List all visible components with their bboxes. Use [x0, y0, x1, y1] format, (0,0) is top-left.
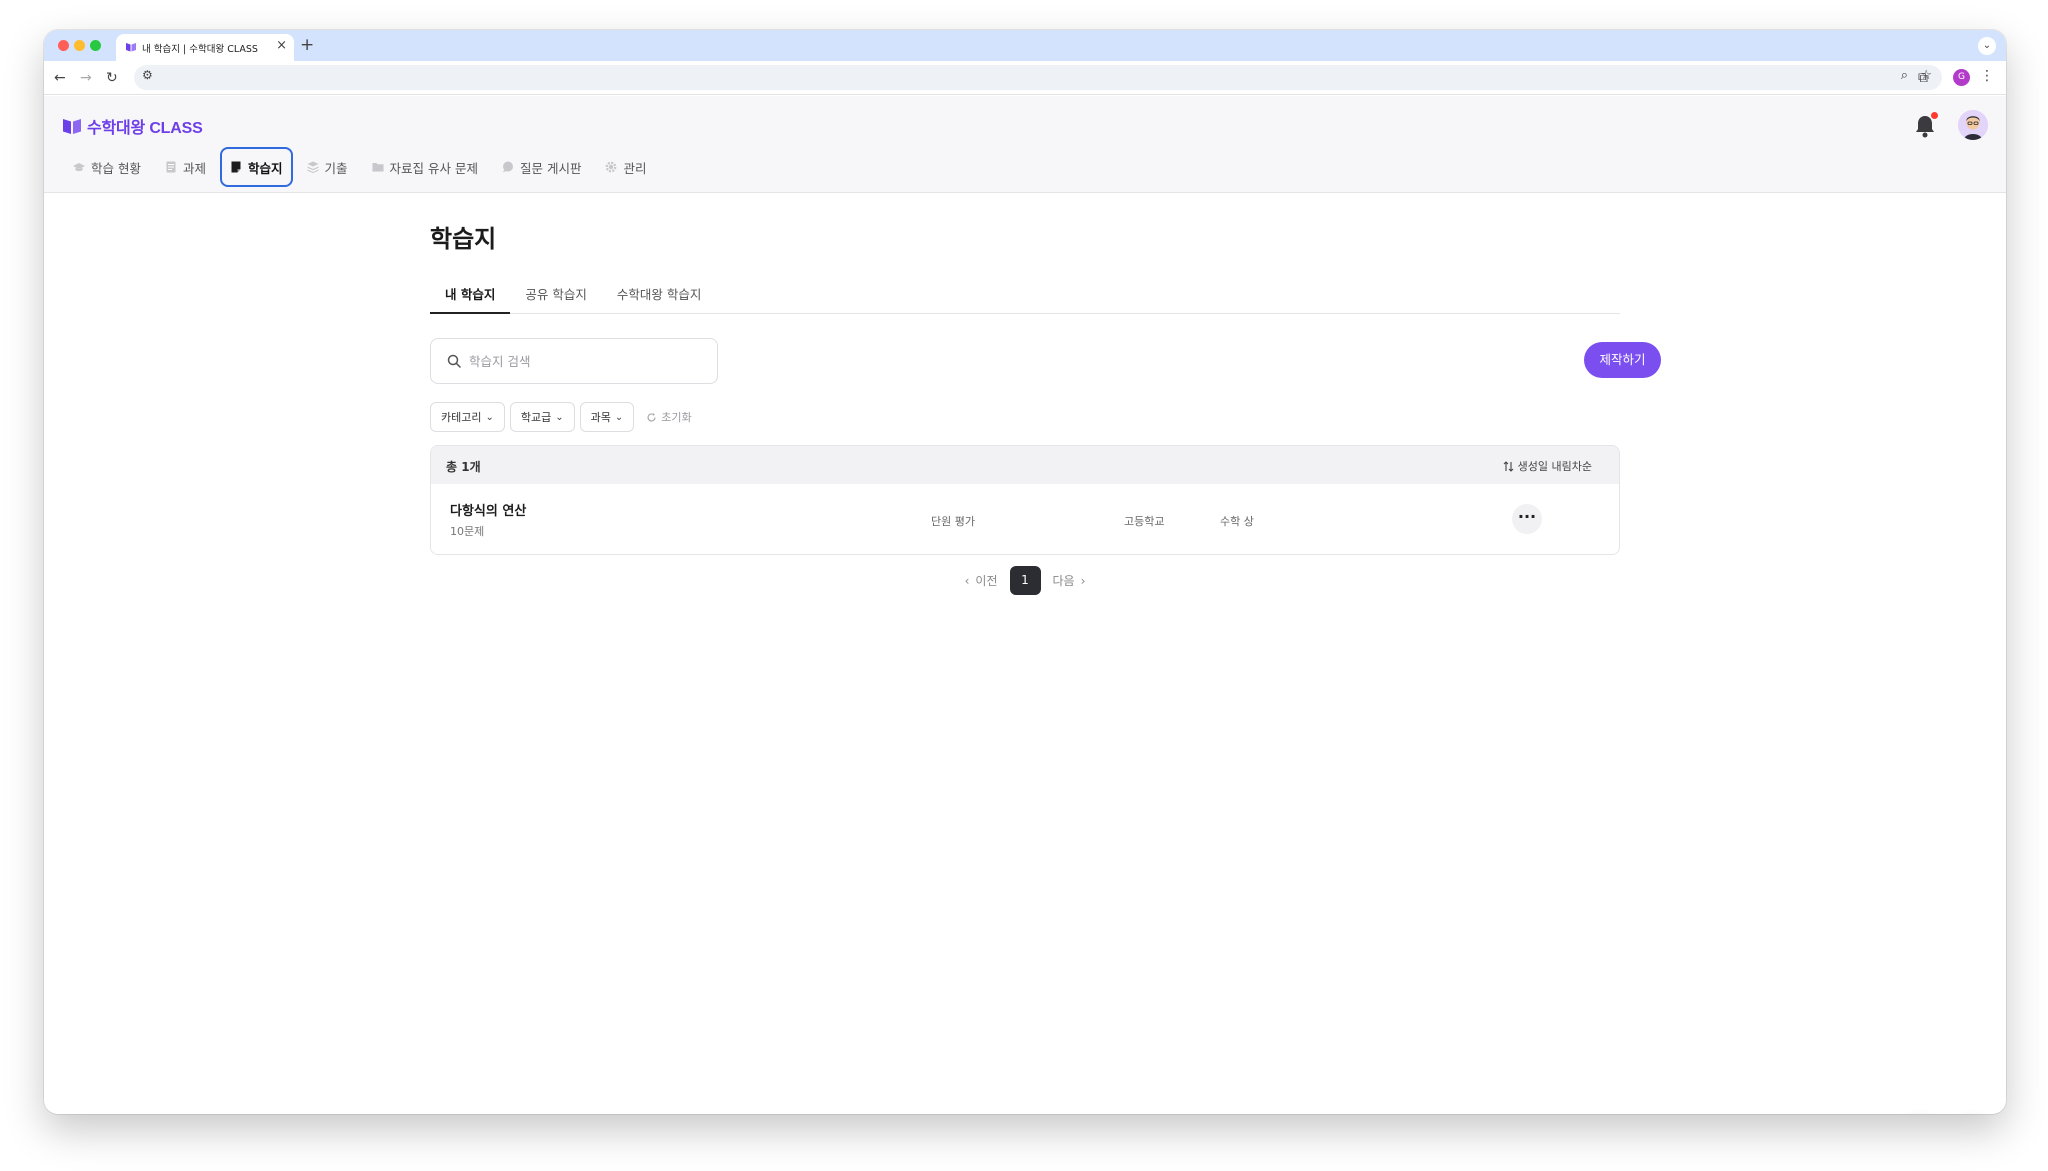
create-worksheet-button[interactable]: 제작하기 — [1584, 342, 1661, 378]
address-bar[interactable]: ⚙ ⌕ ☆ — [134, 65, 1942, 90]
nav-label: 과제 — [182, 160, 206, 176]
worksheet-title: 다항식의 연산 — [450, 504, 527, 519]
brand-logo[interactable]: 수학대왕 CLASS — [63, 114, 203, 138]
table-row[interactable]: 다항식의 연산 10문제 단원 평가 고등학교 수학 상 ··· — [431, 484, 1619, 554]
filter-bar: 카테고리 ⌄ 학교급 ⌄ 과목 ⌄ 초기화 — [430, 402, 692, 432]
graduation-cap-icon — [73, 163, 85, 172]
filter-school-level[interactable]: 학교급 ⌄ — [509, 402, 575, 432]
chevron-down-icon: ⌄ — [555, 411, 564, 423]
nav-item-learning-status[interactable]: 학습 현황 — [63, 148, 151, 186]
filter-label: 학교급 — [520, 411, 552, 424]
search-box — [430, 338, 718, 384]
nav-label: 기출 — [324, 160, 348, 176]
more-options-button[interactable]: ··· — [1512, 504, 1542, 534]
brand-favicon-icon — [126, 43, 136, 52]
worksheet-school-level: 고등학교 — [1124, 515, 1165, 528]
problem-count: 10문제 — [450, 525, 485, 538]
nav-label: 질문 게시판 — [519, 160, 582, 176]
tab-strip: 내 학습지 | 수학대왕 CLASS × + ⌄ — [44, 30, 2006, 61]
chevron-down-icon: ⌄ — [485, 411, 494, 423]
refresh-icon — [647, 412, 656, 421]
prev-page-button[interactable]: ‹ 이전 — [965, 572, 998, 589]
reload-icon[interactable]: ↻ — [106, 69, 118, 87]
nav-item-question-board[interactable]: 질문 게시판 — [492, 148, 591, 186]
next-page-button[interactable]: 다음 › — [1053, 572, 1086, 589]
profile-avatar[interactable]: G — [1953, 69, 1970, 86]
forward-arrow-icon[interactable]: → — [80, 69, 92, 87]
minimize-window-button[interactable] — [74, 40, 85, 51]
app-header: 수학대왕 CLASS 학습 현황 과제 학습지 기출 자료집 유사 문제 질문 … — [44, 96, 2006, 193]
main-nav: 학습 현황 과제 학습지 기출 자료집 유사 문제 질문 게시판 관리 — [63, 147, 660, 187]
tab-my-worksheets[interactable]: 내 학습지 — [430, 284, 511, 314]
nav-item-worksheets[interactable]: 학습지 — [220, 147, 293, 187]
reset-label: 초기화 — [661, 411, 692, 424]
chat-bubble-icon — [502, 161, 513, 173]
folder-icon — [372, 163, 384, 172]
tab-official-worksheets[interactable]: 수학대왕 학습지 — [602, 284, 716, 314]
notification-badge — [1931, 112, 1938, 119]
nav-item-assignments[interactable]: 과제 — [155, 148, 216, 186]
nav-item-similar-problems[interactable]: 자료집 유사 문제 — [362, 148, 488, 186]
table-header: 총 1개 생성일 내림차순 — [431, 446, 1619, 484]
nav-item-management[interactable]: 관리 — [595, 148, 656, 186]
site-settings-icon[interactable]: ⚙ — [142, 68, 153, 82]
search-input[interactable] — [469, 349, 709, 373]
sort-button[interactable]: 생성일 내림차순 — [1503, 458, 1592, 474]
maximize-window-button[interactable] — [90, 40, 101, 51]
filter-label: 카테고리 — [441, 411, 482, 424]
brand-name: 수학대왕 CLASS — [87, 120, 203, 137]
chevron-down-icon: ⌄ — [614, 411, 624, 423]
sort-arrows-icon — [1503, 460, 1514, 472]
nav-label: 학습지 — [248, 160, 283, 176]
sort-label: 생성일 내림차순 — [1517, 460, 1592, 473]
worksheet-table: 총 1개 생성일 내림차순 다항식의 연산 10문제 단원 평가 고등학교 수학… — [430, 445, 1620, 555]
zoom-icon[interactable]: ⌕ — [1901, 68, 1908, 83]
pagination: ‹ 이전 1 다음 › — [430, 566, 1620, 595]
stack-icon — [307, 161, 319, 173]
back-arrow-icon[interactable]: ← — [54, 69, 66, 87]
book-logo-icon — [63, 119, 81, 134]
close-window-button[interactable] — [58, 40, 69, 51]
tab-shared-worksheets[interactable]: 공유 학습지 — [510, 284, 601, 314]
reset-filters-button[interactable]: 초기화 — [646, 409, 692, 425]
browser-toolbar: ← → ↻ ⚙ ⌕ ☆ ⧉ G ⋮ — [44, 61, 2006, 95]
nav-label: 관리 — [623, 160, 647, 176]
next-label: 다음 — [1052, 574, 1075, 588]
nav-item-past-exams[interactable]: 기출 — [297, 148, 358, 186]
tab-close-icon[interactable]: × — [276, 39, 287, 53]
page-title: 학습지 — [430, 225, 497, 253]
worksheet-category: 단원 평가 — [931, 515, 975, 528]
tab-title: 내 학습지 | 수학대왕 CLASS — [142, 44, 258, 55]
prev-label: 이전 — [975, 574, 998, 588]
chevron-left-icon: ‹ — [964, 573, 970, 588]
browser-window: 내 학습지 | 수학대왕 CLASS × + ⌄ ← → ↻ ⚙ ⌕ ☆ ⧉ G… — [44, 30, 2006, 1114]
filter-subject[interactable]: 과목 ⌄ — [579, 402, 635, 432]
new-tab-button[interactable]: + — [300, 35, 314, 55]
more-menu-icon[interactable]: ⋮ — [1980, 68, 1994, 84]
total-count: 총 1개 — [446, 460, 481, 474]
notebook-icon — [231, 161, 241, 173]
filter-category[interactable]: 카테고리 ⌄ — [430, 402, 505, 432]
extensions-puzzle-icon[interactable]: ⧉ — [1918, 69, 1928, 87]
browser-tab[interactable]: 내 학습지 | 수학대왕 CLASS × — [116, 34, 294, 61]
gear-icon — [606, 161, 617, 173]
document-icon — [166, 161, 176, 173]
chevron-right-icon: › — [1080, 573, 1086, 588]
filter-label: 과목 — [590, 411, 611, 424]
search-icon — [447, 354, 461, 368]
nav-label: 학습 현황 — [91, 160, 141, 176]
user-avatar[interactable] — [1958, 110, 1988, 140]
user-avatar-icon — [1958, 110, 1988, 140]
worksheet-subject: 수학 상 — [1220, 515, 1254, 528]
page-number-current[interactable]: 1 — [1009, 566, 1041, 595]
nav-label: 자료집 유사 문제 — [389, 160, 478, 176]
app-root: 수학대왕 CLASS 학습 현황 과제 학습지 기출 자료집 유사 문제 질문 … — [44, 96, 2006, 1114]
worksheet-subtabs: 내 학습지 공유 학습지 수학대왕 학습지 — [430, 284, 1620, 314]
tab-search-button[interactable]: ⌄ — [1978, 37, 1996, 55]
